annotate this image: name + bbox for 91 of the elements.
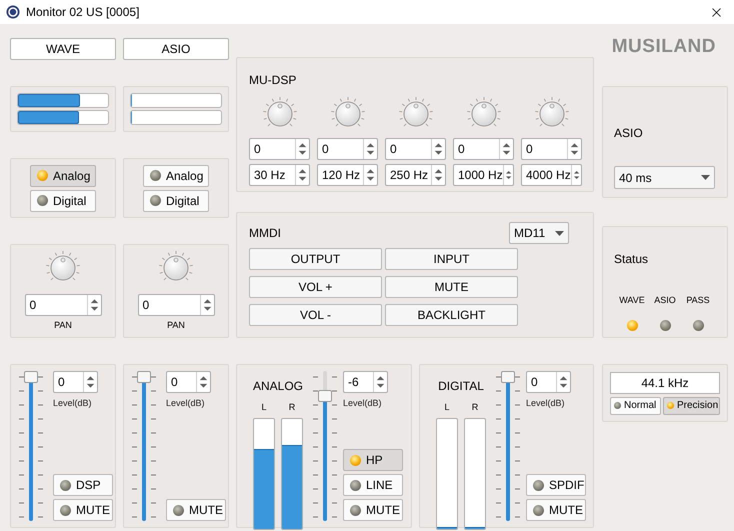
status-label: PASS [686,294,710,307]
slider-thumb[interactable] [24,371,38,383]
spin-arrows-icon[interactable] [363,165,377,185]
toggle-button[interactable]: MUTE [166,499,226,521]
slider-track[interactable] [501,371,515,521]
spin-arrows-icon[interactable] [83,372,97,392]
level-label: Level(dB) [526,397,566,410]
window-title: Monitor 02 US [0005] [26,4,140,21]
channel-label: L [444,401,450,414]
spin-arrows-icon[interactable] [200,295,214,315]
level-label: Level(dB) [53,397,93,410]
spin-arrows-icon[interactable] [567,139,581,159]
channel-label: R [288,401,296,414]
toggle-button[interactable]: Analog [30,164,96,186]
command-button[interactable]: VOL - [249,304,382,326]
command-button[interactable]: MUTE [385,276,518,298]
logo: MUSILAND [612,38,716,56]
spin-arrows-icon[interactable] [570,165,581,185]
section-title: MU-DSP [249,73,296,87]
number-field[interactable]: 0 [385,138,446,160]
buffer-dropdown[interactable]: 40 ms [614,166,715,189]
slider-thumb[interactable] [318,390,332,402]
slider-thumb[interactable] [501,371,515,383]
mode-toggle[interactable]: Normal [610,396,661,414]
toggle-button[interactable]: Analog [143,164,209,186]
caret-icon [701,175,710,180]
number-field[interactable]: 0 [526,371,571,393]
level-label: Level(dB) [166,397,206,410]
led-icon [667,402,674,409]
level-label: Level(dB) [343,397,383,410]
spin-arrows-icon[interactable] [295,165,309,185]
status-label: WAVE [619,294,645,307]
number-field[interactable]: 0 [249,138,310,160]
number-field[interactable]: 0 [53,371,98,393]
spin-arrows-icon[interactable] [499,139,513,159]
spin-arrows-icon[interactable] [363,139,377,159]
number-field[interactable]: 0 [521,138,582,160]
number-field[interactable]: 250 Hz [385,164,446,186]
caret-icon [555,230,564,236]
toggle-button[interactable]: MUTE [343,499,403,521]
number-field[interactable]: 30 Hz [249,164,310,186]
spin-arrows-icon[interactable] [373,372,387,392]
spin-arrows-icon[interactable] [556,372,570,392]
pan-label: PAN [167,319,185,332]
toggle-button[interactable]: MUTE [53,499,113,521]
section-title: MMDI [249,225,281,242]
number-field[interactable]: 0 [138,294,214,316]
slider-track[interactable] [318,371,332,521]
channel-label: L [261,401,266,414]
toggle-button[interactable]: Digital [143,190,209,212]
mode-button[interactable]: ASIO [123,38,229,60]
section-title: ASIO [614,125,644,142]
status-label: ASIO [654,294,676,307]
slider-track[interactable] [137,371,151,521]
channel-label: R [472,401,478,414]
led-icon [614,402,621,409]
toggle-button[interactable]: SPDIF [526,474,586,496]
slider-thumb[interactable] [137,371,151,383]
spin-arrows-icon[interactable] [295,139,309,159]
section-title: DIGITAL [438,378,484,395]
spin-arrows-icon[interactable] [502,165,513,185]
number-field[interactable]: 0 [166,371,211,393]
spin-arrows-icon[interactable] [196,372,210,392]
spin-arrows-icon[interactable] [86,295,100,315]
toggle-button[interactable]: HP [343,449,403,471]
slider-track[interactable] [24,371,38,521]
toggle-button[interactable]: Digital [30,190,96,212]
command-button[interactable]: INPUT [385,248,518,270]
model-dropdown[interactable]: MD11 [509,222,569,244]
number-field[interactable]: 1000 Hz [453,164,514,186]
sample-rate-display: 44.1 kHz [610,372,720,394]
section-title: ANALOG [252,378,303,395]
app-icon [6,5,20,19]
number-field[interactable]: 0 [24,294,102,316]
spin-arrows-icon[interactable] [431,165,445,185]
toggle-button[interactable]: LINE [343,474,403,496]
pan-label: PAN [54,319,72,332]
number-field[interactable]: 0 [453,138,514,160]
spin-arrows-icon[interactable] [431,139,445,159]
command-button[interactable]: BACKLIGHT [385,304,518,326]
number-field[interactable]: 120 Hz [317,164,378,186]
command-button[interactable]: OUTPUT [249,248,382,270]
command-button[interactable]: VOL + [249,276,382,298]
number-field[interactable]: 0 [317,138,378,160]
section-title: Status [614,251,650,268]
number-field[interactable]: -6 [343,371,388,393]
mode-toggle[interactable]: Precision [663,396,720,414]
toggle-button[interactable]: MUTE [526,499,586,521]
number-field[interactable]: 4000 Hz [521,164,582,186]
toggle-button[interactable]: DSP [53,474,113,496]
mode-button[interactable]: WAVE [10,38,116,60]
